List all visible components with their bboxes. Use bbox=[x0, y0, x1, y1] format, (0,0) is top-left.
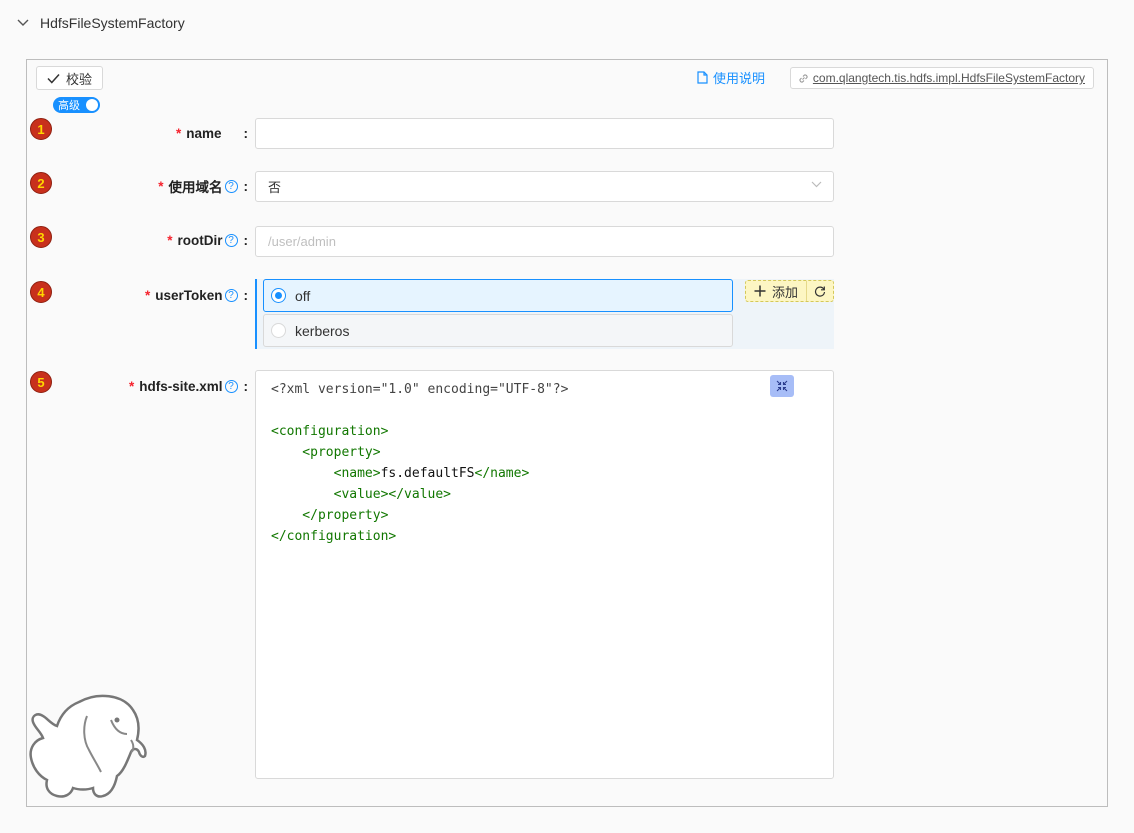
usertoken-radio-group: off kerberos 添加 bbox=[255, 279, 834, 349]
radio-option-kerberos[interactable]: kerberos bbox=[263, 314, 733, 347]
required-mark: * bbox=[144, 287, 151, 303]
rootdir-placeholder: /user/admin bbox=[268, 234, 336, 249]
chevron-down-icon bbox=[811, 181, 822, 188]
radio-button-checked[interactable] bbox=[271, 288, 286, 303]
section-header[interactable]: HdfsFileSystemFactory bbox=[16, 12, 185, 34]
radio-option-label: off bbox=[295, 287, 311, 304]
doc-link[interactable]: 使用说明 bbox=[697, 68, 765, 87]
field-label-text: rootDir bbox=[177, 232, 223, 248]
hadoop-elephant-logo bbox=[29, 694, 147, 798]
advanced-toggle-label: 高级 bbox=[58, 100, 80, 112]
field-label-rootdir: * rootDir ? : bbox=[167, 230, 248, 250]
document-icon bbox=[697, 71, 708, 84]
code-line-name: <name>fs.defaultFS</name> bbox=[271, 463, 833, 484]
toggle-knob bbox=[86, 99, 98, 111]
code-tag: </name> bbox=[474, 466, 530, 481]
code-text: fs.defaultFS bbox=[380, 466, 475, 481]
add-button-label: 添加 bbox=[772, 284, 799, 300]
required-mark: * bbox=[128, 378, 135, 394]
field-index-badge: 1 bbox=[30, 118, 52, 140]
field-label-use-domain: * 使用域名 ? : bbox=[158, 176, 248, 196]
plugin-panel: 校验 高级 使用说明 com.qlangtech.tis.hdfs.impl.H… bbox=[26, 59, 1108, 807]
add-button[interactable]: 添加 bbox=[746, 281, 808, 301]
help-icon[interactable]: ? bbox=[224, 288, 238, 302]
field-label-hdfs-site: * hdfs-site.xml ? : bbox=[129, 376, 248, 396]
code-line: </property> bbox=[271, 508, 389, 523]
use-domain-selected-value: 否 bbox=[268, 180, 282, 195]
field-label-text: 使用域名 bbox=[168, 180, 223, 195]
name-input[interactable] bbox=[255, 118, 834, 149]
plus-icon bbox=[754, 285, 766, 297]
required-mark: * bbox=[167, 232, 173, 248]
help-icon[interactable]: ? bbox=[224, 179, 238, 193]
field-index-badge: 4 bbox=[30, 281, 52, 303]
code-line: <property> bbox=[271, 445, 381, 460]
label-colon: : bbox=[243, 378, 249, 394]
label-colon: : bbox=[243, 232, 249, 248]
link-icon bbox=[799, 73, 808, 83]
field-label-text: userToken bbox=[155, 287, 223, 303]
label-colon: : bbox=[243, 125, 249, 141]
label-colon: : bbox=[243, 178, 249, 194]
field-index-badge: 5 bbox=[30, 371, 52, 393]
code-line: <?xml version="1.0" encoding="UTF-8"?> bbox=[271, 382, 569, 397]
validate-button[interactable]: 校验 bbox=[36, 66, 103, 90]
class-name-link[interactable]: com.qlangtech.tis.hdfs.impl.HdfsFileSyst… bbox=[789, 67, 1094, 89]
code-tag: <name> bbox=[271, 466, 381, 481]
radio-option-off[interactable]: off bbox=[263, 279, 733, 312]
field-label-usertoken: * userToken ? : bbox=[145, 285, 248, 305]
field-index-badge: 3 bbox=[30, 226, 52, 248]
help-icon[interactable]: ? bbox=[224, 233, 238, 247]
refresh-icon bbox=[814, 286, 826, 297]
help-icon[interactable]: ? bbox=[224, 379, 238, 393]
field-label-name: * name : bbox=[176, 123, 248, 143]
hdfs-site-code-editor[interactable]: <?xml version="1.0" encoding="UTF-8"?> <… bbox=[255, 370, 834, 779]
advanced-toggle[interactable]: 高级 bbox=[53, 97, 100, 113]
code-line: <value></value> bbox=[271, 487, 452, 502]
code-line: </configuration> bbox=[271, 529, 397, 544]
fullscreen-button[interactable] bbox=[770, 375, 794, 397]
use-domain-select[interactable]: 否 bbox=[255, 171, 834, 202]
section-title: HdfsFileSystemFactory bbox=[40, 15, 185, 31]
radio-button-unchecked[interactable] bbox=[271, 323, 286, 338]
code-line: <configuration> bbox=[271, 424, 389, 439]
check-icon bbox=[47, 73, 60, 84]
rootdir-input[interactable]: /user/admin bbox=[255, 226, 834, 257]
doc-link-label: 使用说明 bbox=[712, 71, 765, 86]
add-button-group: 添加 bbox=[745, 280, 834, 302]
field-index-badge: 2 bbox=[30, 172, 52, 194]
validate-label: 校验 bbox=[65, 71, 92, 87]
compress-icon bbox=[776, 380, 788, 392]
class-name-text: com.qlangtech.tis.hdfs.impl.HdfsFileSyst… bbox=[812, 71, 1085, 85]
chevron-down-icon[interactable] bbox=[16, 16, 30, 30]
required-mark: * bbox=[175, 125, 182, 141]
label-colon: : bbox=[243, 287, 249, 303]
required-mark: * bbox=[158, 178, 164, 194]
refresh-button[interactable] bbox=[807, 281, 833, 301]
field-label-text: hdfs-site.xml bbox=[139, 378, 223, 394]
radio-option-label: kerberos bbox=[295, 322, 350, 339]
field-label-text: name bbox=[186, 125, 222, 141]
